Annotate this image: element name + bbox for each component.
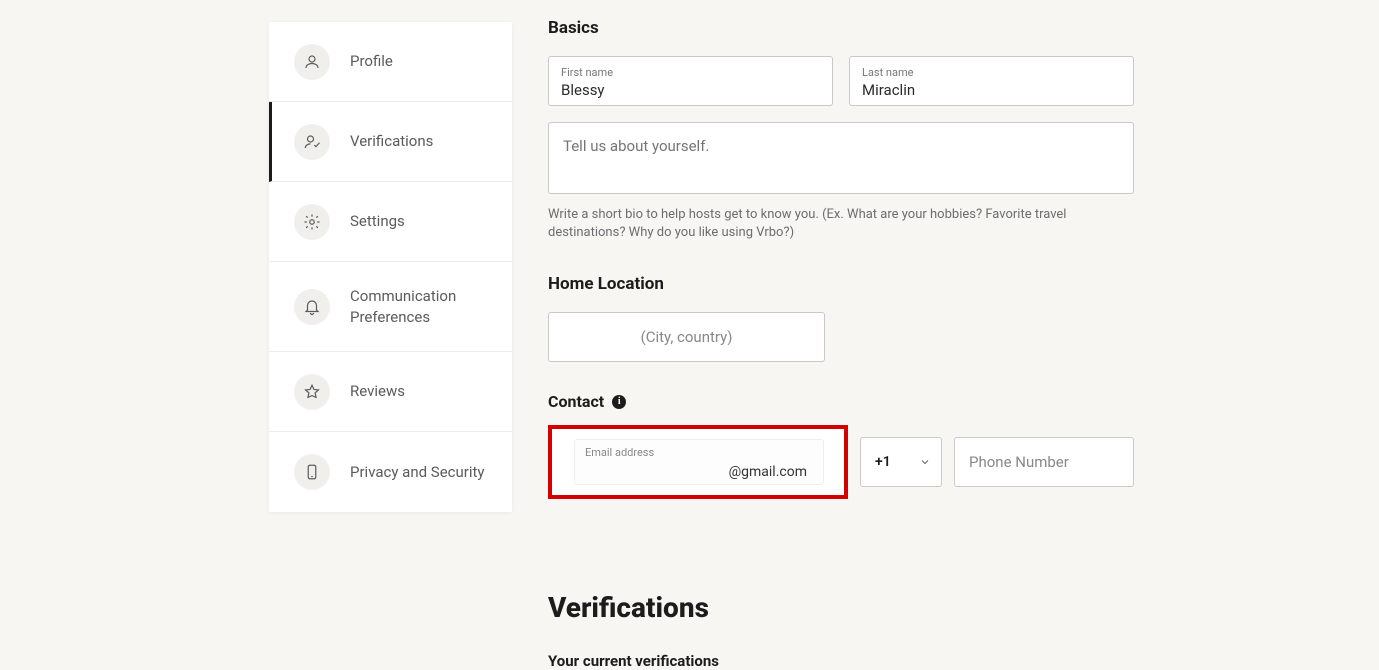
chevron-down-icon bbox=[919, 456, 931, 468]
settings-sidebar: Profile Verifications Settings Communica… bbox=[269, 22, 512, 512]
bell-icon bbox=[294, 289, 330, 325]
phone-placeholder: Phone Number bbox=[969, 453, 1069, 471]
email-field[interactable]: Email address bbox=[574, 439, 824, 485]
email-highlight-box: Email address bbox=[548, 425, 848, 499]
phone-field[interactable]: Phone Number bbox=[954, 437, 1134, 487]
sidebar-item-label: Reviews bbox=[350, 381, 405, 401]
last-name-field[interactable]: Last name bbox=[849, 56, 1134, 106]
bio-textarea[interactable] bbox=[548, 122, 1134, 194]
info-icon[interactable]: i bbox=[612, 395, 626, 409]
email-label: Email address bbox=[585, 446, 813, 459]
sidebar-item-label: Verifications bbox=[350, 131, 433, 151]
bio-hint: Write a short bio to help hosts get to k… bbox=[548, 206, 1134, 242]
contact-heading: Contact bbox=[548, 392, 604, 411]
first-name-input[interactable] bbox=[561, 81, 820, 99]
profile-icon bbox=[294, 44, 330, 80]
last-name-label: Last name bbox=[862, 66, 1121, 79]
sidebar-item-settings[interactable]: Settings bbox=[269, 182, 512, 262]
sidebar-item-label: Profile bbox=[350, 51, 393, 71]
home-location-field[interactable]: (City, country) bbox=[548, 312, 825, 362]
country-code-select[interactable]: +1 bbox=[860, 437, 942, 487]
basics-heading: Basics bbox=[548, 18, 1134, 38]
sidebar-item-privacy[interactable]: Privacy and Security bbox=[269, 432, 512, 512]
verifications-heading: Verifications bbox=[548, 591, 1134, 624]
home-location-placeholder: (City, country) bbox=[641, 328, 733, 346]
home-location-heading: Home Location bbox=[548, 274, 1134, 294]
sidebar-item-label: Communication Preferences bbox=[350, 286, 490, 327]
country-code-value: +1 bbox=[875, 454, 891, 470]
contact-heading-row: Contact i bbox=[548, 392, 1134, 411]
phone-icon bbox=[294, 454, 330, 490]
main-content: Basics First name Last name Write a shor… bbox=[548, 18, 1134, 670]
sidebar-item-label: Settings bbox=[350, 211, 405, 231]
sidebar-item-profile[interactable]: Profile bbox=[269, 22, 512, 102]
verifications-subheading: Your current verifications bbox=[548, 652, 1134, 670]
sidebar-item-label: Privacy and Security bbox=[350, 462, 485, 482]
star-icon bbox=[294, 374, 330, 410]
sidebar-item-communication[interactable]: Communication Preferences bbox=[269, 262, 512, 352]
sidebar-item-reviews[interactable]: Reviews bbox=[269, 352, 512, 432]
sidebar-item-verifications[interactable]: Verifications bbox=[269, 102, 512, 182]
email-input[interactable] bbox=[585, 464, 813, 480]
first-name-field[interactable]: First name bbox=[548, 56, 833, 106]
verifications-icon bbox=[294, 124, 330, 160]
gear-icon bbox=[294, 204, 330, 240]
last-name-input[interactable] bbox=[862, 81, 1121, 99]
first-name-label: First name bbox=[561, 66, 820, 79]
